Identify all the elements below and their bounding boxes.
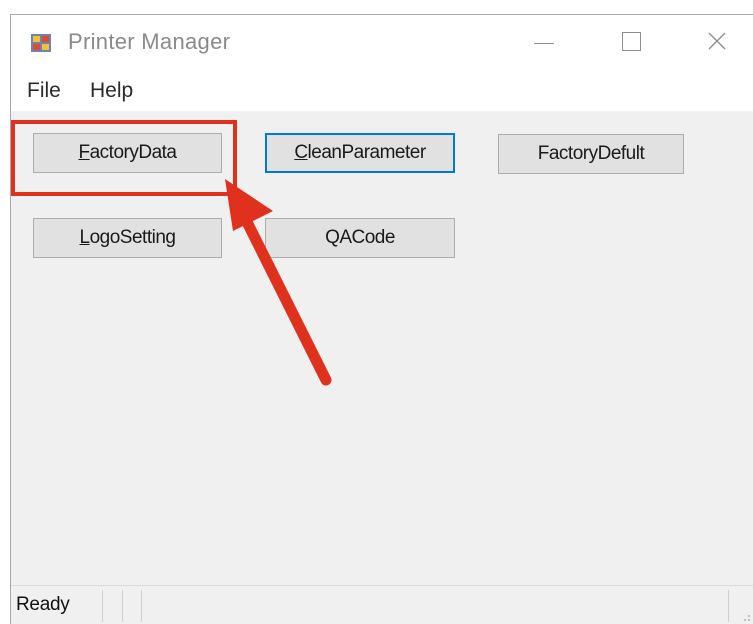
close-button[interactable] bbox=[694, 21, 740, 61]
maximize-button[interactable] bbox=[608, 21, 654, 61]
maximize-icon bbox=[621, 31, 641, 51]
menu-bar: File Help bbox=[11, 77, 753, 111]
clean-parameter-label: leanParameter bbox=[307, 142, 427, 163]
printer-manager-window: Printer Manager File Help FactoryData Cl… bbox=[10, 14, 753, 624]
status-bar: Ready bbox=[11, 585, 753, 624]
status-separator bbox=[122, 590, 123, 622]
minimize-button[interactable] bbox=[521, 21, 567, 61]
menu-file[interactable]: File bbox=[24, 79, 64, 103]
factory-data-label: actoryData bbox=[89, 142, 177, 163]
clean-parameter-mnemonic: C bbox=[294, 142, 308, 163]
factory-data-button[interactable]: FactoryData bbox=[33, 133, 222, 173]
title-bar[interactable]: Printer Manager bbox=[11, 15, 753, 77]
factory-data-mnemonic: F bbox=[78, 142, 91, 163]
status-separator bbox=[141, 590, 142, 622]
window-title: Printer Manager bbox=[68, 29, 231, 54]
logo-setting-mnemonic: L bbox=[79, 227, 91, 248]
factory-defult-button[interactable]: FactoryDefult bbox=[498, 134, 684, 174]
qa-code-button[interactable]: QACode bbox=[265, 218, 455, 258]
printer-manager-app-icon bbox=[31, 34, 51, 52]
qa-code-label: QACode bbox=[325, 227, 395, 248]
annotation-arrow-icon bbox=[225, 179, 332, 386]
minimize-icon bbox=[534, 42, 554, 44]
logo-setting-button[interactable]: LogoSetting bbox=[33, 218, 222, 258]
status-separator bbox=[728, 590, 729, 622]
menu-help[interactable]: Help bbox=[87, 79, 136, 103]
resize-grip-icon[interactable] bbox=[739, 610, 751, 622]
logo-setting-label: ogoSetting bbox=[89, 227, 176, 248]
clean-parameter-button[interactable]: CleanParameter bbox=[265, 133, 455, 173]
close-icon bbox=[708, 32, 726, 50]
status-separator bbox=[102, 590, 103, 622]
factory-defult-label: FactoryDefult bbox=[537, 143, 645, 164]
status-text: Ready bbox=[16, 594, 70, 615]
